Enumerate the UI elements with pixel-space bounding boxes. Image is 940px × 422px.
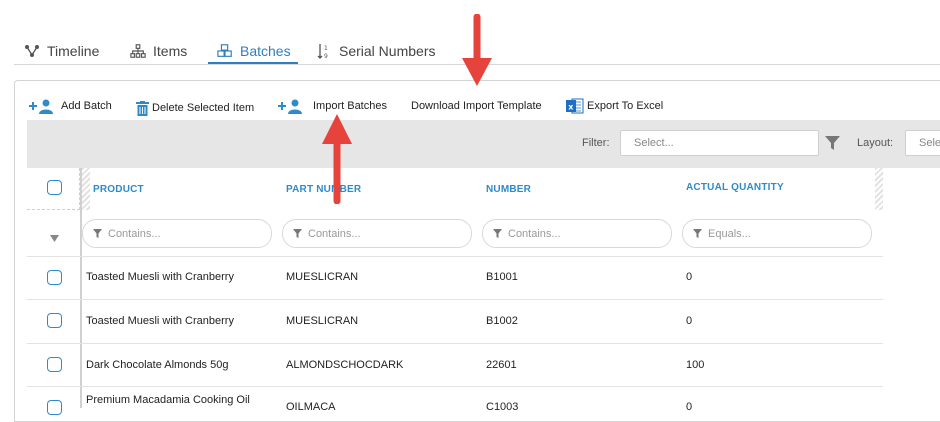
column-header-number[interactable]: NUMBER xyxy=(486,184,531,195)
svg-text:1: 1 xyxy=(324,45,328,52)
row-checkbox[interactable] xyxy=(47,400,62,415)
export-excel-label: Export To Excel xyxy=(587,100,664,112)
funnel-icon xyxy=(293,229,302,238)
number-cell: B1001 xyxy=(486,271,518,283)
export-excel-button[interactable]: x Export To Excel xyxy=(566,96,663,116)
part-number-cell: MUESLICRAN xyxy=(286,271,359,283)
filter-row-icon xyxy=(50,230,59,248)
row-checkbox[interactable] xyxy=(47,313,62,328)
part-number-filter-input[interactable]: Contains... xyxy=(282,219,472,248)
add-batch-button[interactable]: Add Batch xyxy=(27,96,112,116)
actual-quantity-cell: 100 xyxy=(686,359,705,371)
select-all-checkbox[interactable] xyxy=(47,180,62,195)
download-import-template-button[interactable]: Download Import Template xyxy=(411,96,542,116)
row-divider xyxy=(27,299,883,300)
delete-selected-button[interactable]: Delete Selected Item xyxy=(136,98,254,118)
column-resize-handle[interactable] xyxy=(82,168,90,210)
product-cell: Dark Chocolate Almonds 50g xyxy=(86,359,229,371)
column-header-actual-quantity[interactable]: ACTUAL QUANTITY xyxy=(686,182,784,193)
annotation-arrow-down xyxy=(462,14,492,86)
actual-quantity-filter-input[interactable]: Equals... xyxy=(682,219,872,248)
filter-label: Filter: xyxy=(582,137,610,149)
hierarchy-icon xyxy=(130,43,146,59)
actual-quantity-cell: 0 xyxy=(686,401,693,413)
batches-icon xyxy=(217,43,233,59)
product-cell: Premium Macadamia Cooking Oil xyxy=(86,394,250,406)
funnel-icon xyxy=(93,229,102,238)
product-cell: Toasted Muesli with Cranberry xyxy=(86,315,234,327)
timeline-icon xyxy=(24,43,40,59)
part-number-cell: ALMONDSCHOCDARK xyxy=(286,359,404,371)
part-number-cell: MUESLICRAN xyxy=(286,315,359,327)
actual-quantity-cell: 0 xyxy=(686,315,693,327)
sort-numeric-icon: 19 xyxy=(316,43,332,59)
layout-select[interactable]: Sele xyxy=(905,130,940,156)
svg-text:x: x xyxy=(568,103,574,112)
row-checkbox[interactable] xyxy=(47,270,62,285)
excel-icon: x xyxy=(566,97,584,115)
add-user-icon xyxy=(276,98,304,114)
tab-serial-numbers[interactable]: 19 Serial Numbers xyxy=(316,40,435,62)
funnel-icon xyxy=(693,229,702,238)
tab-batches[interactable]: Batches xyxy=(217,40,291,62)
add-user-icon xyxy=(27,98,55,114)
row-divider xyxy=(27,386,883,387)
row-divider xyxy=(27,343,883,344)
filter-placeholder: Equals... xyxy=(708,227,751,240)
delete-selected-label: Delete Selected Item xyxy=(152,102,255,114)
product-cell: Toasted Muesli with Cranberry xyxy=(86,271,234,283)
row-divider xyxy=(27,256,883,257)
column-header-product[interactable]: PRODUCT xyxy=(93,184,144,195)
product-filter-input[interactable]: Contains... xyxy=(82,219,272,248)
annotation-arrow-up xyxy=(322,114,352,204)
number-cell: C1003 xyxy=(486,401,519,413)
tab-label: Serial Numbers xyxy=(339,43,436,59)
download-template-label: Download Import Template xyxy=(411,100,542,112)
column-resize-handle[interactable] xyxy=(875,168,883,210)
funnel-icon xyxy=(493,229,502,238)
part-number-cell: OILMACA xyxy=(286,401,336,413)
tab-timeline[interactable]: Timeline xyxy=(24,40,99,62)
add-batch-label: Add Batch xyxy=(61,100,112,112)
layout-label: Layout: xyxy=(857,137,894,149)
funnel-icon[interactable] xyxy=(825,136,840,155)
trash-icon xyxy=(136,100,149,116)
tab-items[interactable]: Items xyxy=(130,40,187,62)
filter-placeholder: Contains... xyxy=(508,227,561,240)
filter-placeholder: Contains... xyxy=(308,227,361,240)
layout-select-placeholder: Sele xyxy=(919,137,940,149)
number-cell: B1002 xyxy=(486,315,518,327)
svg-text:9: 9 xyxy=(324,53,328,59)
tab-label: Batches xyxy=(240,43,291,59)
row-checkbox[interactable] xyxy=(47,357,62,372)
tab-label: Timeline xyxy=(47,43,100,59)
tab-label: Items xyxy=(153,43,188,59)
filter-placeholder: Contains... xyxy=(108,227,161,240)
number-cell: 22601 xyxy=(486,359,517,371)
filter-select[interactable]: Select... xyxy=(620,130,819,156)
actual-quantity-cell: 0 xyxy=(686,271,693,283)
filter-select-placeholder: Select... xyxy=(634,137,674,149)
number-filter-input[interactable]: Contains... xyxy=(482,219,672,248)
